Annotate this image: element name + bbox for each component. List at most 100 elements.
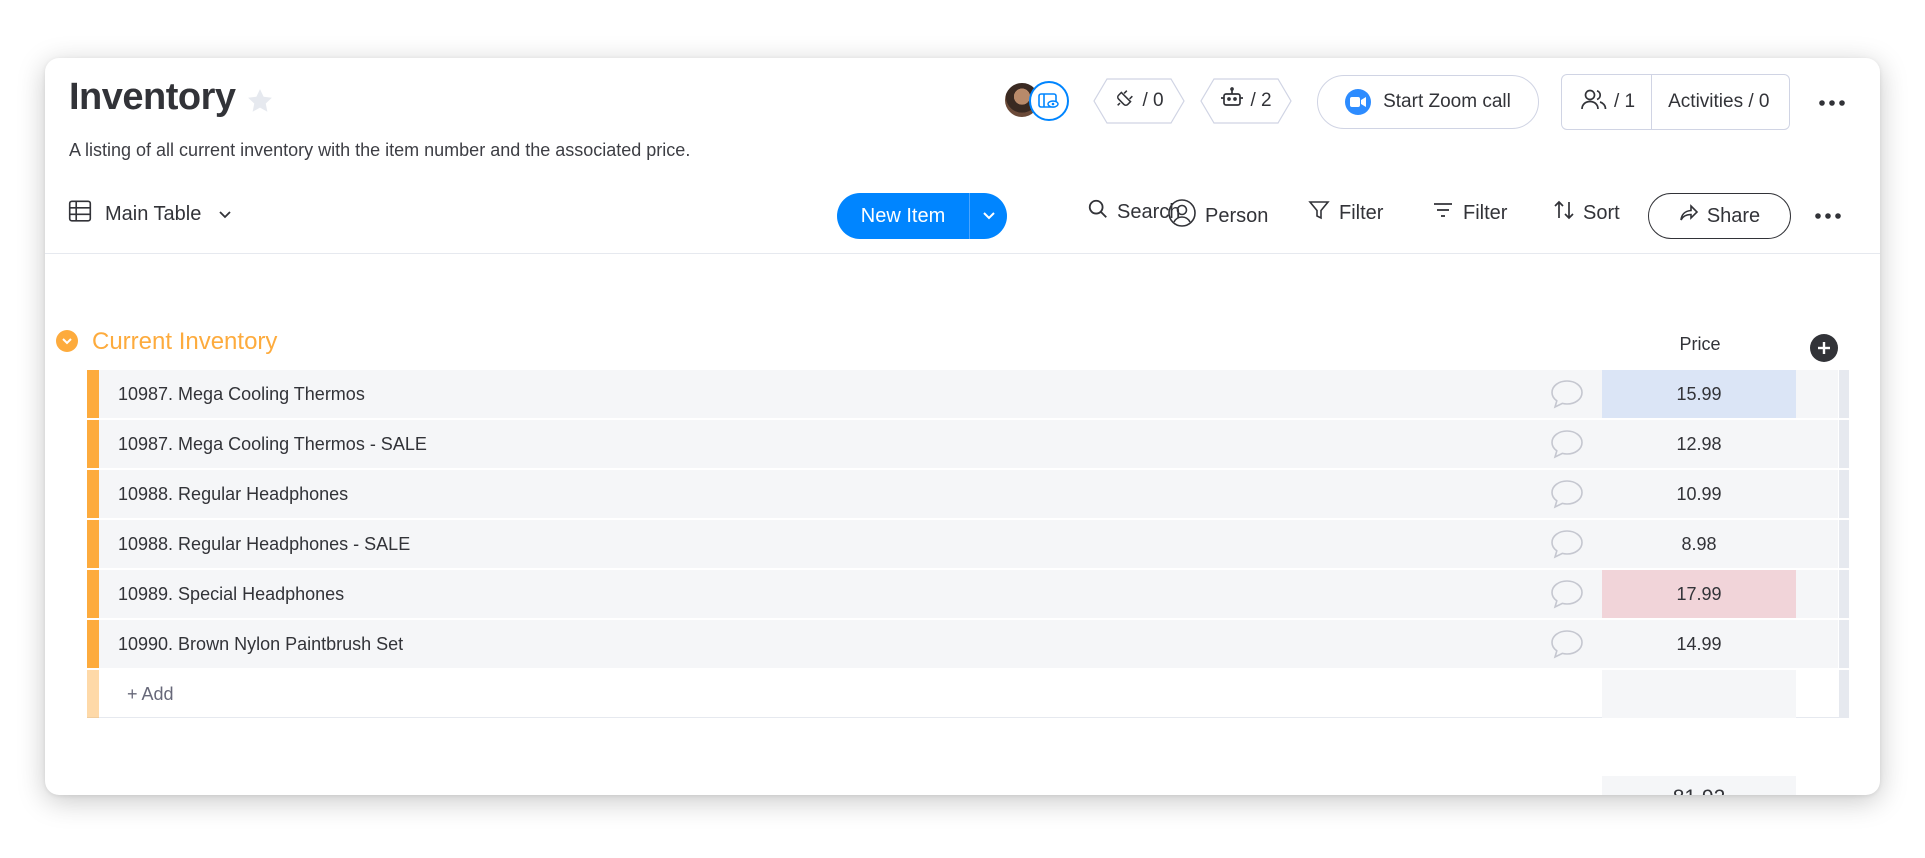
empty-cell[interactable] bbox=[1796, 570, 1838, 618]
row-end bbox=[1839, 470, 1849, 518]
item-name-cell[interactable]: 10989. Special Headphones bbox=[99, 570, 1588, 618]
row-spacer bbox=[1588, 370, 1602, 418]
board-description[interactable]: A listing of all current inventory with … bbox=[69, 140, 690, 161]
sort-button[interactable]: Sort bbox=[1553, 198, 1620, 228]
chat-bubble-icon[interactable] bbox=[1549, 478, 1585, 510]
row-end bbox=[1839, 420, 1849, 468]
automations-count: / 2 bbox=[1250, 90, 1272, 111]
group-collapse-icon[interactable] bbox=[56, 330, 78, 352]
start-zoom-call-button[interactable]: Start Zoom call bbox=[1317, 75, 1539, 129]
new-item-dropdown-icon[interactable] bbox=[970, 211, 1007, 221]
row-spacer bbox=[1588, 520, 1602, 568]
chat-bubble-icon[interactable] bbox=[1549, 528, 1585, 560]
table-row[interactable]: 10988. Regular Headphones 10.99 bbox=[87, 470, 1849, 520]
members-button[interactable]: / 1 bbox=[1562, 75, 1653, 129]
view-tab-main-table[interactable]: Main Table bbox=[67, 198, 233, 230]
sort-label: Sort bbox=[1583, 201, 1620, 224]
chevron-down-icon[interactable] bbox=[217, 203, 233, 226]
chat-bubble-icon[interactable] bbox=[1549, 378, 1585, 410]
item-table: 10987. Mega Cooling Thermos 15.99 10987.… bbox=[87, 370, 1849, 718]
new-item-button[interactable]: New Item bbox=[837, 193, 1007, 239]
price-cell[interactable]: 14.99 bbox=[1602, 620, 1796, 668]
new-item-label[interactable]: New Item bbox=[837, 205, 969, 228]
row-end bbox=[1839, 370, 1849, 418]
sum-value: 81.92 bbox=[1602, 786, 1796, 795]
row-spacer bbox=[1588, 470, 1602, 518]
row-accent bbox=[87, 570, 99, 618]
price-cell[interactable]: 15.99 bbox=[1602, 370, 1796, 418]
price-column-header[interactable]: Price bbox=[1603, 334, 1797, 355]
person-label: Person bbox=[1205, 204, 1269, 227]
item-name[interactable]: 10990. Brown Nylon Paintbrush Set bbox=[118, 634, 403, 655]
integrations-icon bbox=[1114, 87, 1136, 115]
activities-button[interactable]: Activities / 0 bbox=[1652, 91, 1785, 113]
item-name-cell[interactable]: 10988. Regular Headphones - SALE bbox=[99, 520, 1588, 568]
people-icon bbox=[1580, 87, 1608, 117]
person-icon bbox=[1167, 198, 1197, 234]
price-cell[interactable]: 8.98 bbox=[1602, 520, 1796, 568]
row-accent bbox=[87, 470, 99, 518]
row-accent bbox=[87, 420, 99, 468]
advanced-filter-button[interactable]: Filter bbox=[1431, 198, 1507, 228]
row-accent bbox=[87, 520, 99, 568]
table-row[interactable]: 10989. Special Headphones 17.99 bbox=[87, 570, 1849, 620]
table-row[interactable]: 10987. Mega Cooling Thermos 15.99 bbox=[87, 370, 1849, 420]
chat-bubble-icon[interactable] bbox=[1549, 628, 1585, 660]
share-button[interactable]: Share bbox=[1648, 193, 1791, 239]
zoom-icon bbox=[1345, 89, 1372, 115]
empty-cell[interactable] bbox=[1796, 520, 1838, 568]
chat-bubble-icon[interactable] bbox=[1549, 578, 1585, 610]
item-name[interactable]: 10988. Regular Headphones bbox=[118, 484, 348, 505]
price-cell[interactable]: 10.99 bbox=[1602, 470, 1796, 518]
group-title[interactable]: Current Inventory bbox=[92, 328, 277, 356]
board-more-icon[interactable] bbox=[1817, 88, 1847, 118]
board-viewer-icon[interactable] bbox=[1029, 81, 1069, 121]
row-end bbox=[1839, 570, 1849, 618]
item-name[interactable]: 10987. Mega Cooling Thermos bbox=[118, 384, 365, 405]
person-filter-button[interactable]: Person bbox=[1167, 198, 1268, 234]
row-end bbox=[1839, 620, 1849, 668]
empty-price-cell bbox=[1602, 670, 1796, 718]
row-accent bbox=[87, 620, 99, 668]
table-row[interactable]: 10988. Regular Headphones - SALE 8.98 bbox=[87, 520, 1849, 570]
row-spacer bbox=[1588, 570, 1602, 618]
item-name[interactable]: 10987. Mega Cooling Thermos - SALE bbox=[118, 434, 427, 455]
price-cell[interactable]: 12.98 bbox=[1602, 420, 1796, 468]
item-name[interactable]: 10988. Regular Headphones - SALE bbox=[118, 534, 410, 555]
integrations-count: / 0 bbox=[1142, 90, 1164, 111]
view-tab-label: Main Table bbox=[105, 202, 202, 225]
row-spacer bbox=[1588, 620, 1602, 668]
members-count: / 1 bbox=[1614, 91, 1636, 112]
integrations-button[interactable]: / 0 bbox=[1093, 78, 1185, 124]
item-name-cell[interactable]: 10990. Brown Nylon Paintbrush Set bbox=[99, 620, 1588, 668]
filter-lines-icon bbox=[1431, 198, 1455, 228]
advanced-filter-label: Filter bbox=[1463, 201, 1508, 224]
price-summary[interactable]: 81.92 sum bbox=[1602, 776, 1796, 795]
add-item-row[interactable]: + Add bbox=[87, 670, 1849, 718]
board-title[interactable]: Inventory bbox=[69, 76, 236, 119]
item-name[interactable]: 10989. Special Headphones bbox=[118, 584, 344, 605]
star-icon[interactable] bbox=[245, 86, 275, 116]
table-row[interactable]: 10990. Brown Nylon Paintbrush Set 14.99 bbox=[87, 620, 1849, 670]
add-item-input[interactable]: + Add bbox=[127, 684, 174, 705]
filter-button[interactable]: Filter bbox=[1307, 198, 1383, 228]
empty-cell[interactable] bbox=[1796, 370, 1838, 418]
empty-cell[interactable] bbox=[1796, 420, 1838, 468]
board-subscribers[interactable] bbox=[1003, 81, 1073, 121]
add-column-icon[interactable] bbox=[1810, 334, 1838, 362]
chat-bubble-icon[interactable] bbox=[1549, 428, 1585, 460]
empty-cell[interactable] bbox=[1796, 620, 1838, 668]
toolbar-more-icon[interactable] bbox=[1813, 201, 1843, 231]
row-accent bbox=[87, 370, 99, 418]
filter-label: Filter bbox=[1339, 201, 1384, 224]
item-name-cell[interactable]: 10988. Regular Headphones bbox=[99, 470, 1588, 518]
empty-cell[interactable] bbox=[1796, 470, 1838, 518]
search-icon bbox=[1087, 198, 1109, 226]
row-spacer bbox=[1588, 420, 1602, 468]
table-row[interactable]: 10987. Mega Cooling Thermos - SALE 12.98 bbox=[87, 420, 1849, 470]
automations-button[interactable]: / 2 bbox=[1200, 78, 1292, 124]
item-name-cell[interactable]: 10987. Mega Cooling Thermos - SALE bbox=[99, 420, 1588, 468]
share-label: Share bbox=[1706, 204, 1761, 227]
item-name-cell[interactable]: 10987. Mega Cooling Thermos bbox=[99, 370, 1588, 418]
price-cell[interactable]: 17.99 bbox=[1602, 570, 1796, 618]
